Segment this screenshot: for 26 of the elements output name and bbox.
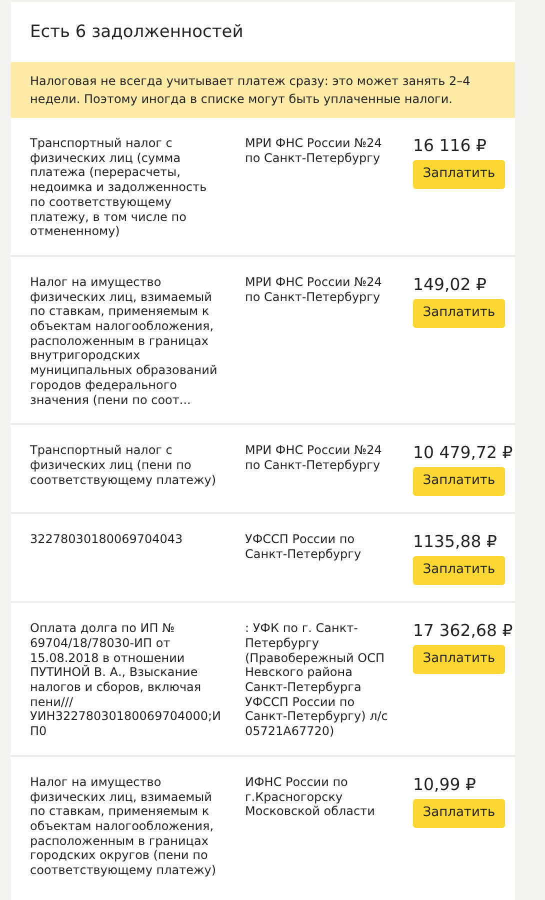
- debt-description: Налог на имущество физических лиц, взимаемый по ставкам, применяемым к объектам налогообложения, расположенным в границах городских округов (пени по соответствующему платежу): [30, 774, 218, 878]
- debt-recipient: МРИ ФНС России №24 по Санкт-Петербургу: [244, 136, 383, 167]
- pay-button[interactable]: Заплатить: [413, 298, 505, 328]
- pay-button[interactable]: Заплатить: [413, 467, 505, 496]
- pay-button[interactable]: Заплатить: [413, 160, 505, 189]
- page-title: Есть 6 задолженностей: [29, 21, 244, 44]
- debt-amount: 10,99 ₽: [413, 774, 476, 795]
- debt-recipient: : УФК по г. Санкт-Петербургу (Правобережный ОСП Невского района Санкт-Петербурга УФССП России по Санкт-Петербургу) л/с 05721А67720): [244, 621, 389, 739]
- debt-recipient: ИФНС России по г.Красногорску Московской области: [244, 774, 376, 820]
- debt-amount: 149,02 ₽: [413, 274, 486, 295]
- debt-recipient: УФССП России по Санкт-Петербургу: [244, 532, 362, 563]
- debt-description: 32278030180069704043: [30, 532, 184, 548]
- debt-amount: 16 116 ₽: [413, 136, 486, 156]
- pay-button[interactable]: Заплатить: [413, 798, 505, 828]
- debt-amount: 10 479,72 ₽: [413, 443, 513, 464]
- pay-button[interactable]: Заплатить: [413, 645, 505, 674]
- debt-amount: 17 362,68 ₽: [413, 621, 513, 642]
- debt-recipient: МРИ ФНС России №24 по Санкт-Петербургу: [244, 443, 383, 474]
- debt-description: Транспортный налог с физических лиц (пени по соответствующему платежу): [30, 443, 218, 489]
- debt-recipient: МРИ ФНС России №24 по Санкт-Петербургу: [244, 274, 383, 306]
- debt-description: Транспортный налог с физических лиц (сумма платежа (перерасчеты, недоимка и задолженность по соответствующему платежу, в том числе по отмененному): [30, 136, 208, 239]
- debt-description: Налог на имущество физических лиц, взимаемый по ставкам, применяемым к объектам налогообложения, расположенным в границах внутригородских муниципальных образований городов федерального значения (пени по соот...: [30, 274, 218, 408]
- notice-banner: Налоговая не всегда учитывает платеж сразу: это может занять 2–4 недели. Поэтому иногда в списке могут быть уплаченные налоги.: [11, 62, 515, 118]
- pay-button[interactable]: Заплатить: [413, 556, 505, 586]
- debt-amount: 1135,88 ₽: [413, 532, 497, 552]
- debt-description: Оплата долга по ИП № 69704/18/78030-ИП от 15.08.2018 в отношении ПУТИНОЙ В. А., Взыскание налогов и сборов, включая пени/// УИН32278030180069704000;ИП0: [30, 621, 222, 739]
